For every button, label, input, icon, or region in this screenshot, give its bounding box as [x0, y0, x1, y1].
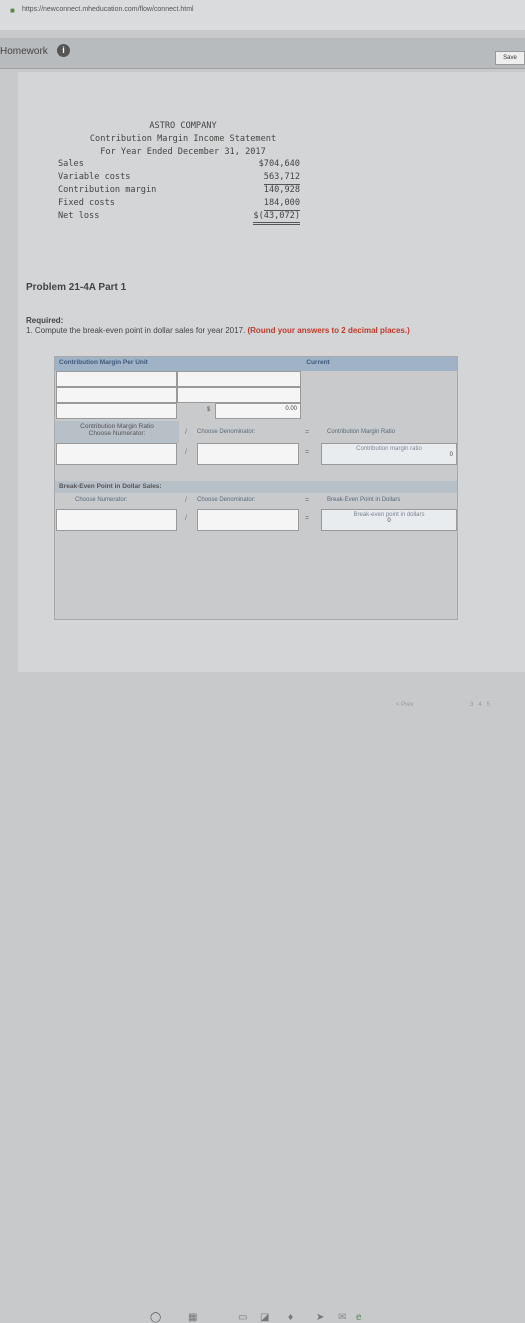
taskbar: ◯ ▦ ▭ ◪ ♦ ➤ ✉ e	[0, 654, 525, 1323]
divide-sign: /	[185, 497, 187, 504]
grid-icon[interactable]: ▦	[188, 1312, 197, 1323]
lock-icon: ■	[10, 6, 15, 15]
equals-sign: =	[305, 497, 310, 504]
save-button[interactable]: Save	[495, 51, 525, 65]
ratio-denominator-label: Choose Denominator:	[197, 429, 256, 435]
page-4[interactable]: 4	[478, 702, 481, 708]
company-name: ASTRO COMPANY	[149, 121, 217, 131]
divide-sign: /	[185, 515, 187, 522]
equals-sign: =	[305, 515, 310, 522]
ratio-result-label: Contribution Margin Ratio	[327, 429, 396, 435]
divide-sign: /	[185, 429, 187, 436]
cm-value-input-2[interactable]	[177, 387, 301, 403]
instruction-text: 1. Compute the break-even point in dolla…	[26, 326, 410, 335]
url-text[interactable]: https://newconnect.mheducation.com/flow/…	[22, 6, 194, 13]
arrow-icon[interactable]: ➤	[316, 1312, 324, 1323]
current-header: Current	[179, 357, 457, 371]
bep-numerator-input[interactable]	[56, 509, 177, 531]
browser-url-bar[interactable]: ■ https://newconnect.mheducation.com/flo…	[0, 0, 525, 30]
bep-denominator-input[interactable]	[197, 509, 299, 531]
homework-title: Homework	[0, 46, 48, 57]
bep-result-box: Break-even point in dollars 0	[321, 509, 457, 531]
cm-label-input-3[interactable]	[56, 403, 177, 419]
dropbox-icon[interactable]: ♦	[288, 1312, 293, 1323]
statement-row: Variable costs 563,712	[58, 171, 308, 185]
info-icon[interactable]: i	[57, 44, 70, 57]
question-panel: ASTRO COMPANY Contribution Margin Income…	[18, 72, 525, 708]
cm-value-input-1[interactable]	[177, 371, 301, 387]
ratio-result-box: Contribution margin ratio 0	[321, 443, 457, 465]
problem-title: Problem 21-4A Part 1	[26, 282, 127, 293]
ratio-header: Contribution Margin Ratio Choose Numerat…	[55, 421, 179, 443]
equals-sign: =	[305, 429, 310, 436]
statement-title: Contribution Margin Income Statement	[89, 133, 277, 144]
statement-row: Sales $704,640	[58, 159, 300, 170]
statement-row: Contribution margin 140,928	[58, 184, 300, 195]
required-label: Required:	[26, 316, 64, 325]
bep-result-value[interactable]: 0	[325, 518, 453, 524]
edge-icon[interactable]: e	[356, 1312, 362, 1323]
statement-row: Net loss $(43,072)	[58, 210, 308, 226]
bep-result-label: Break-Even Point in Dollars	[327, 497, 401, 503]
cm-per-unit-result[interactable]: 0.00	[215, 403, 301, 419]
window-icon[interactable]: ▭	[238, 1312, 247, 1323]
ratio-result-value[interactable]: 0	[325, 452, 453, 458]
store-icon[interactable]: ◪	[260, 1312, 269, 1323]
bep-numerator-label: Choose Numerator:	[75, 497, 128, 503]
equals-sign: =	[305, 449, 310, 456]
round-note: (Round your answers to 2 decimal places.…	[247, 326, 410, 335]
page-5[interactable]: 5	[487, 702, 490, 708]
mail-icon[interactable]: ✉	[338, 1312, 346, 1323]
cm-label-input-1[interactable]	[56, 371, 177, 387]
page-3[interactable]: 3	[470, 702, 473, 708]
divide-sign: /	[185, 449, 187, 456]
cm-per-unit-header: Contribution Margin Per Unit	[55, 357, 179, 371]
statement-period: For Year Ended December 31, 2017	[100, 146, 266, 157]
bep-header: Break-Even Point in Dollar Sales:	[55, 481, 457, 493]
bep-denominator-label: Choose Denominator:	[197, 497, 256, 503]
prev-button[interactable]: < Prev	[396, 702, 414, 708]
homework-header: Homework i Save	[0, 38, 525, 69]
pagination: 3 4 5	[470, 702, 490, 708]
power-icon[interactable]: ◯	[150, 1312, 161, 1323]
statement-row: Fixed costs 184,000	[58, 197, 308, 211]
income-statement: ASTRO COMPANY Contribution Margin Income…	[58, 120, 308, 226]
breakeven-worksheet: Contribution Margin Per Unit Current $ 0…	[54, 356, 458, 620]
ratio-denominator-input[interactable]	[197, 443, 299, 465]
cm-label-input-2[interactable]	[56, 387, 177, 403]
dollar-sign: $	[207, 407, 211, 413]
ratio-numerator-input[interactable]	[56, 443, 177, 465]
